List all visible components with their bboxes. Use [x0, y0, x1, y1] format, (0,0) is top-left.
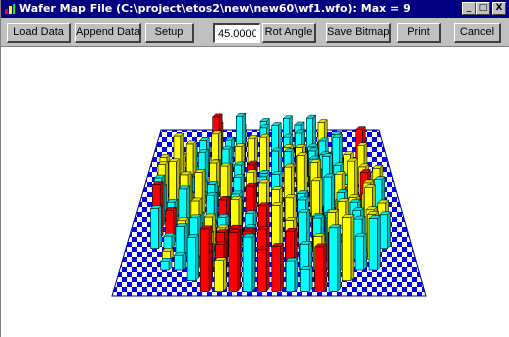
close-icon: X	[495, 3, 503, 13]
die-bar	[259, 136, 267, 175]
die-bar	[199, 228, 210, 292]
title-bar[interactable]: Wafer Map File (C:\project\etos2\new\new…	[1, 0, 509, 18]
die-bar	[228, 232, 238, 292]
print-button[interactable]: Print	[397, 23, 441, 43]
die-bar	[379, 214, 388, 250]
die-bar	[257, 249, 267, 292]
load-data-button[interactable]: Load Data	[7, 23, 71, 43]
die-bar	[354, 235, 364, 271]
die-bar	[247, 137, 255, 164]
die-bar	[285, 260, 296, 292]
die-bar	[174, 254, 184, 271]
maximize-icon: □	[478, 3, 488, 13]
die-bar-side	[323, 243, 327, 292]
wafer-map-3d-view	[111, 112, 427, 297]
die-bar-side	[363, 232, 367, 271]
save-bitmap-button[interactable]: Save Bitmap	[326, 23, 391, 43]
die-bar	[271, 246, 281, 292]
die-bar-side	[251, 233, 256, 292]
die-bar	[214, 260, 224, 292]
die-bar-side	[195, 233, 199, 282]
die-bar	[368, 218, 378, 271]
die-bar	[341, 217, 352, 281]
die-bar-side	[237, 228, 241, 292]
minimize-button[interactable]: _	[462, 2, 476, 15]
rotation-angle-input[interactable]	[213, 23, 260, 43]
die-bar	[328, 227, 339, 292]
die-bar-side	[350, 213, 355, 282]
die-bar	[160, 261, 170, 271]
toolbar: Load Data Append Data Setup Rot Angle Sa…	[1, 18, 509, 47]
die-bar-side	[337, 224, 342, 292]
die-bar	[300, 269, 310, 292]
die-bar-side	[294, 257, 299, 292]
die-bar-side	[377, 214, 381, 271]
die-bar-side	[387, 211, 391, 250]
wafer-map-window: Wafer Map File (C:\project\etos2\new\new…	[0, 0, 509, 337]
die-bar-side	[204, 148, 209, 186]
minimize-icon: _	[466, 3, 472, 13]
die-bar-side	[201, 168, 206, 218]
close-button[interactable]: X	[492, 2, 506, 15]
setup-button[interactable]: Setup	[145, 23, 194, 43]
maximize-button[interactable]: □	[476, 2, 490, 15]
append-data-button[interactable]: Append Data	[75, 23, 141, 43]
die-bar-side	[208, 225, 213, 292]
die-bar	[186, 237, 197, 282]
die-bar-side	[158, 204, 162, 250]
die-bar	[150, 208, 159, 249]
die-bar-side	[265, 246, 270, 292]
window-title: Wafer Map File (C:\project\etos2\new\new…	[19, 2, 411, 15]
die-bar-side	[280, 242, 284, 292]
die-bar	[163, 235, 173, 250]
die-bar-side	[266, 133, 270, 175]
cancel-button[interactable]: Cancel	[454, 23, 501, 43]
die-bar	[242, 236, 253, 292]
die-bar-side	[223, 257, 227, 292]
die-bar-side	[308, 265, 313, 292]
rot-angle-button[interactable]: Rot Angle	[262, 23, 316, 43]
die-bar-side	[254, 134, 258, 164]
die-bar	[314, 246, 324, 292]
wafer-map-app-icon	[4, 3, 16, 15]
